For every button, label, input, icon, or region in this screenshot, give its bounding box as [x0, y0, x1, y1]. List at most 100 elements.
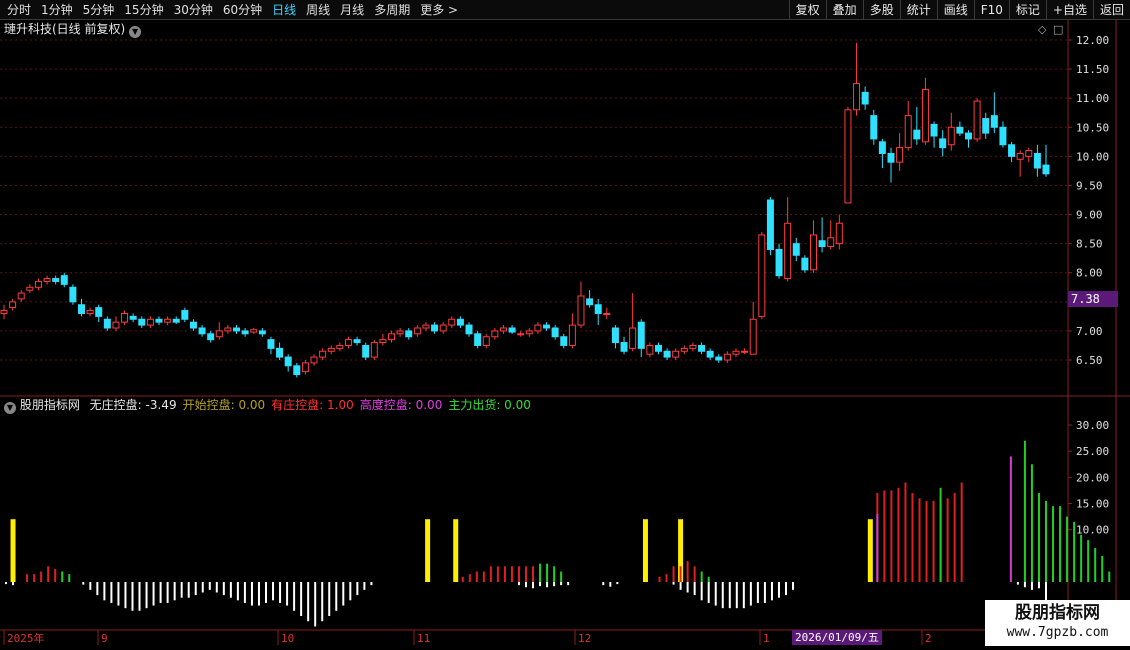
indicator-bar-white — [616, 582, 619, 585]
indicator-bar-yellow — [642, 519, 648, 582]
indicator-bar-red — [40, 571, 43, 582]
candle-body — [379, 339, 387, 344]
indicator-bar-white — [525, 582, 527, 588]
candle-body — [319, 350, 327, 358]
indicator-bar-red — [517, 566, 520, 582]
price-tick-label: 8.50 — [1076, 238, 1103, 251]
candle-body — [766, 199, 774, 250]
indicator-bar-green — [939, 487, 942, 582]
indicator-bar-white — [679, 582, 682, 590]
indicator-bar-white — [236, 582, 239, 601]
indicator-bar-red — [693, 566, 696, 582]
indicator-bar-white — [293, 582, 296, 611]
candle-body — [0, 310, 8, 314]
indicator-bar-white — [609, 582, 612, 587]
indicator-bar-white — [1030, 582, 1033, 590]
candle-body — [827, 237, 835, 248]
candle-body — [474, 333, 482, 346]
candle-body — [809, 234, 817, 271]
candle-body — [792, 243, 800, 256]
indicator-bar-white — [159, 582, 162, 603]
candle-body — [301, 362, 309, 373]
candle-body — [551, 327, 559, 338]
indicator-bar-white — [286, 582, 289, 606]
indicator-bar-red — [679, 566, 682, 582]
candle-body — [465, 324, 473, 335]
candle-body — [293, 365, 301, 376]
candle-body — [973, 100, 981, 140]
indicator-bar-white — [792, 582, 795, 590]
indicator-bar-white — [770, 582, 773, 601]
candle-body — [887, 152, 895, 163]
candle-body — [336, 344, 344, 349]
indicator-bar-green — [1108, 571, 1111, 582]
candle-body — [52, 278, 60, 282]
indicator-tick-label: 30.00 — [1076, 419, 1109, 432]
candle-body — [9, 301, 17, 309]
candle-body — [284, 356, 292, 367]
indicator-bar-white — [265, 582, 267, 603]
indicator-bar-white — [187, 582, 190, 598]
current-price-label: 7.38 — [1068, 291, 1118, 307]
indicator-bar-green — [1030, 464, 1033, 582]
candle-body — [310, 356, 318, 364]
candle-body — [844, 109, 852, 204]
candle-body — [741, 350, 749, 353]
indicator-bar-white — [735, 582, 738, 609]
candle-body — [189, 321, 197, 329]
candle-body — [818, 240, 826, 248]
indicator-bar-green — [68, 574, 71, 582]
candle-body — [258, 330, 266, 335]
indicator-bar-white — [672, 582, 675, 585]
indicator-bar-white — [693, 582, 696, 596]
candle-body — [155, 318, 163, 323]
candle-body — [680, 347, 688, 352]
candle-body — [129, 315, 137, 320]
indicator-bar-white — [103, 582, 106, 601]
candle-body — [801, 257, 809, 271]
candle-body — [603, 312, 611, 315]
candle-body — [1033, 152, 1041, 169]
candle-body — [534, 324, 542, 332]
price-tick-label: 7.00 — [1076, 325, 1103, 338]
kline-chart[interactable]: 12.00 11.50 11.00 10.50 10.00 9.50 9.00 8.50 8.0… — [0, 0, 1130, 650]
candle-body — [26, 286, 34, 291]
indicator-bar-red — [897, 487, 900, 582]
candle-body — [43, 278, 51, 282]
candle-body — [525, 330, 533, 335]
indicator-bar-white — [250, 582, 253, 606]
candle-body — [904, 115, 912, 149]
indicator-bar-white — [96, 582, 99, 596]
candle-body — [60, 275, 68, 285]
candle-body — [250, 329, 258, 333]
indicator-bar-red — [932, 500, 935, 582]
indicator-bar-white — [272, 582, 275, 601]
candle-body — [233, 327, 241, 332]
candle-body — [646, 344, 654, 355]
date-tick-label: 11 — [417, 632, 430, 645]
candle-body — [921, 88, 929, 143]
candle-body — [853, 83, 861, 111]
indicator-bar-white — [243, 582, 246, 603]
indicator-bar-white — [560, 582, 563, 586]
candle-body — [388, 333, 396, 341]
indicator-bar-white — [152, 582, 155, 606]
candle-body — [1042, 164, 1050, 175]
candle-body — [482, 336, 490, 346]
indicator-bar-green — [1037, 493, 1040, 582]
indicator-bar-white — [215, 582, 218, 593]
indicator-bar-white — [5, 582, 7, 585]
candle-body — [431, 324, 439, 332]
candle-body — [276, 347, 284, 358]
date-tick-label: 12 — [578, 632, 591, 645]
candle-body — [267, 339, 275, 349]
candle-body — [990, 115, 998, 128]
indicator-bar-red — [686, 561, 689, 582]
candle-body — [611, 327, 619, 344]
candle-body — [1008, 144, 1016, 157]
indicator-bar-red — [946, 498, 949, 582]
candle-body — [499, 327, 507, 332]
indicator-bar-yellow — [453, 519, 459, 582]
candle-body — [620, 342, 628, 352]
indicator-bar-white — [257, 582, 260, 606]
